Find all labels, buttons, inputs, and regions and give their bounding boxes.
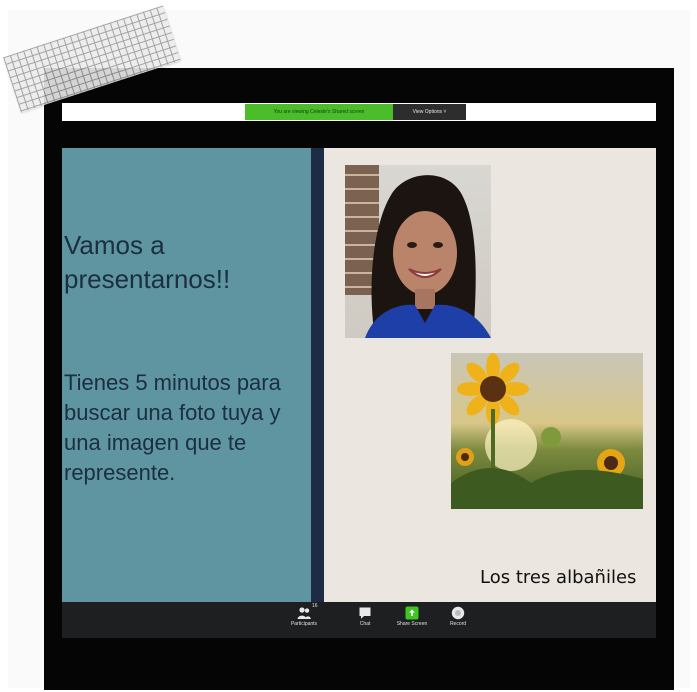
chat-label: Chat xyxy=(359,621,371,627)
slide-title: Vamos a presentarnos!! xyxy=(64,230,231,294)
record-label: Record xyxy=(449,621,467,627)
slide-divider xyxy=(311,148,324,602)
participants-label: Participants xyxy=(290,621,318,627)
person-photo xyxy=(345,165,491,338)
participants-count: 16 xyxy=(312,603,318,609)
participants-button[interactable]: 16 Participants xyxy=(282,603,326,638)
sunflower-illustration xyxy=(451,353,643,509)
slide-body-text: Tienes 5 minutos para buscar una foto tu… xyxy=(64,370,281,485)
sharing-status-pill: You are viewing Celeste's Shared screen xyxy=(245,104,393,120)
chat-button[interactable]: Chat xyxy=(343,604,387,638)
share-screen-icon xyxy=(405,606,419,620)
sunflower-photo xyxy=(451,353,643,509)
person-illustration xyxy=(345,165,491,338)
share-screen-button[interactable]: Share Screen xyxy=(390,604,434,638)
chat-icon xyxy=(359,607,371,619)
slide-caption: Los tres albañiles xyxy=(480,567,637,588)
view-options-button[interactable]: View Options ˅ xyxy=(393,104,466,120)
record-icon xyxy=(451,606,465,620)
record-button[interactable]: Record xyxy=(436,604,480,638)
participants-icon xyxy=(297,607,311,619)
share-screen-label: Share Screen xyxy=(396,621,428,627)
